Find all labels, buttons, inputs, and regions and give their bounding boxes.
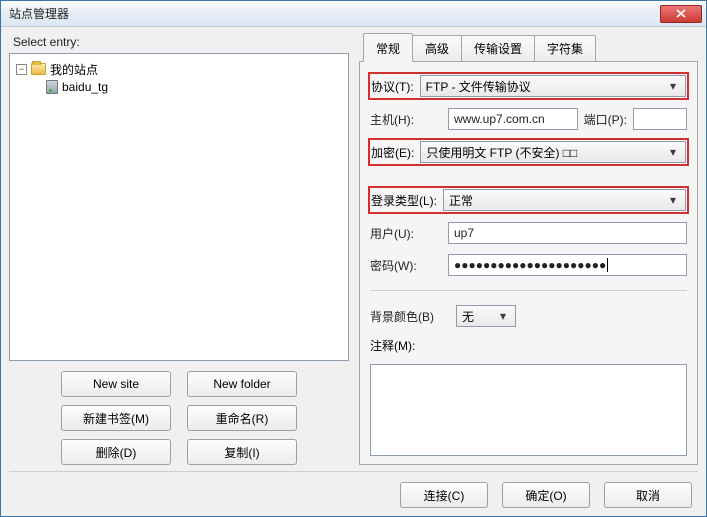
logon-value: 正常 bbox=[449, 192, 473, 209]
titlebar: 站点管理器 bbox=[1, 1, 706, 27]
separator bbox=[370, 290, 687, 291]
tree-root-label: 我的站点 bbox=[50, 61, 98, 78]
site-buttons: New site New folder 新建书签(M) 重命名(R) 删除(D)… bbox=[61, 371, 297, 465]
close-button[interactable] bbox=[660, 5, 702, 23]
encryption-label: 加密(E): bbox=[371, 144, 414, 161]
tab-transfer[interactable]: 传输设置 bbox=[461, 35, 535, 62]
new-bookmark-button[interactable]: 新建书签(M) bbox=[61, 405, 171, 431]
tree-site-label: baidu_tg bbox=[62, 80, 108, 94]
logon-row: 登录类型(L): 正常 ▾ bbox=[370, 188, 687, 212]
encryption-select[interactable]: 只使用明文 FTP (不安全) □□ ▾ bbox=[420, 141, 686, 163]
bgcolor-label: 背景颜色(B) bbox=[370, 308, 450, 325]
window-title: 站点管理器 bbox=[9, 5, 660, 22]
user-input[interactable]: up7 bbox=[448, 222, 687, 244]
port-label: 端口(P): bbox=[584, 111, 627, 128]
chevron-down-icon: ▾ bbox=[665, 193, 681, 207]
close-icon bbox=[676, 9, 686, 18]
delete-button[interactable]: 删除(D) bbox=[61, 439, 171, 465]
cancel-button[interactable]: 取消 bbox=[604, 482, 692, 508]
text-cursor bbox=[607, 258, 608, 272]
host-row: 主机(H): www.up7.com.cn 端口(P): bbox=[370, 108, 687, 130]
right-pane: 常规 高级 传输设置 字符集 协议(T): FTP - 文件传输协议 ▾ 主机 bbox=[359, 33, 698, 465]
chevron-down-icon: ▾ bbox=[665, 79, 681, 93]
site-manager-window: 站点管理器 Select entry: − 我的站点 baidu_tg bbox=[0, 0, 707, 517]
port-input[interactable] bbox=[633, 108, 687, 130]
left-pane: Select entry: − 我的站点 baidu_tg New site N… bbox=[9, 33, 349, 465]
user-row: 用户(U): up7 bbox=[370, 222, 687, 244]
protocol-row: 协议(T): FTP - 文件传输协议 ▾ bbox=[370, 74, 687, 98]
connect-button[interactable]: 连接(C) bbox=[400, 482, 488, 508]
general-panel: 协议(T): FTP - 文件传输协议 ▾ 主机(H): www.up7.com… bbox=[359, 62, 698, 465]
password-input[interactable]: ●●●●●●●●●●●●●●●●●●●●● bbox=[448, 254, 687, 276]
host-label: 主机(H): bbox=[370, 111, 442, 128]
password-label: 密码(W): bbox=[370, 257, 442, 274]
encryption-value: 只使用明文 FTP (不安全) □□ bbox=[426, 144, 577, 161]
bgcolor-select[interactable]: 无 ▾ bbox=[456, 305, 516, 327]
new-site-button[interactable]: New site bbox=[61, 371, 171, 397]
tab-advanced[interactable]: 高级 bbox=[412, 35, 462, 62]
tab-charset[interactable]: 字符集 bbox=[534, 35, 596, 62]
folder-icon bbox=[31, 63, 46, 75]
site-tree[interactable]: − 我的站点 baidu_tg bbox=[9, 53, 349, 361]
tab-bar: 常规 高级 传输设置 字符集 bbox=[359, 33, 698, 62]
protocol-label: 协议(T): bbox=[371, 78, 414, 95]
password-row: 密码(W): ●●●●●●●●●●●●●●●●●●●●● bbox=[370, 254, 687, 276]
bgcolor-value: 无 bbox=[462, 308, 474, 325]
dialog-footer: 连接(C) 确定(O) 取消 bbox=[9, 472, 698, 508]
tab-general[interactable]: 常规 bbox=[363, 33, 413, 62]
notes-label: 注释(M): bbox=[370, 337, 687, 354]
protocol-value: FTP - 文件传输协议 bbox=[426, 78, 531, 95]
chevron-down-icon: ▾ bbox=[665, 145, 681, 159]
notes-textarea[interactable] bbox=[370, 364, 687, 456]
logon-select[interactable]: 正常 ▾ bbox=[443, 189, 686, 211]
bgcolor-row: 背景颜色(B) 无 ▾ bbox=[370, 305, 687, 327]
copy-button[interactable]: 复制(I) bbox=[187, 439, 297, 465]
encryption-row: 加密(E): 只使用明文 FTP (不安全) □□ ▾ bbox=[370, 140, 687, 164]
new-folder-button[interactable]: New folder bbox=[187, 371, 297, 397]
logon-label: 登录类型(L): bbox=[371, 192, 437, 209]
host-input[interactable]: www.up7.com.cn bbox=[448, 108, 578, 130]
user-label: 用户(U): bbox=[370, 225, 442, 242]
server-icon bbox=[46, 80, 58, 94]
password-mask: ●●●●●●●●●●●●●●●●●●●●● bbox=[454, 258, 606, 272]
ok-button[interactable]: 确定(O) bbox=[502, 482, 590, 508]
protocol-select[interactable]: FTP - 文件传输协议 ▾ bbox=[420, 75, 686, 97]
rename-button[interactable]: 重命名(R) bbox=[187, 405, 297, 431]
select-entry-label: Select entry: bbox=[13, 35, 349, 49]
tree-site[interactable]: baidu_tg bbox=[16, 78, 342, 96]
chevron-down-icon: ▾ bbox=[495, 309, 511, 323]
collapse-icon[interactable]: − bbox=[16, 64, 27, 75]
tree-root[interactable]: − 我的站点 bbox=[16, 60, 342, 78]
